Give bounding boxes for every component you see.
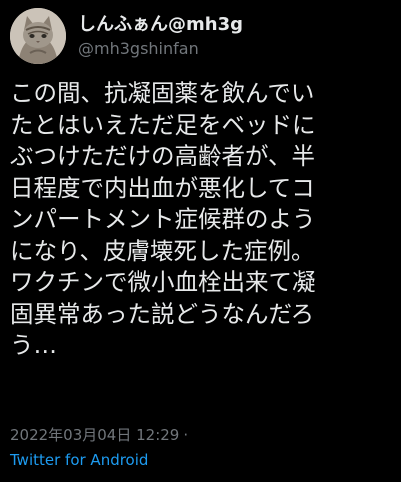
tweet-source-link[interactable]: Twitter for Android [10, 450, 148, 470]
tweet-text: この間、抗凝固薬を飲んでい たとはいえただ足をベッドに ぶつけただけの高齢者が、… [10, 78, 394, 362]
tweet-text-line: になり、皮膚壊死した症例。 [10, 236, 315, 265]
tweet-header: しんふぁん@mh3g @mh3gshinfan [10, 8, 390, 64]
cat-avatar-icon [10, 8, 66, 64]
tweet: しんふぁん@mh3g @mh3gshinfan この間、抗凝固薬を飲んでい たと… [0, 0, 401, 482]
meta-separator: · [183, 426, 189, 444]
avatar[interactable] [10, 8, 66, 64]
tweet-text-line: 固異常あった説どうなんだろ [10, 299, 315, 328]
author-handle[interactable]: @mh3gshinfan [78, 38, 243, 60]
author-display-name[interactable]: しんふぁん@mh3g [78, 14, 243, 36]
tweet-text-line: たとはいえただ足をベッドに [10, 110, 316, 139]
tweet-text-line: ぶつけただけの高齢者が、半 [10, 142, 316, 170]
tweet-text-line: ワクチンで微小血栓出来て凝 [10, 268, 316, 296]
tweet-meta: 2022年03月04日 12:29 · [10, 425, 188, 445]
tweet-timestamp[interactable]: 2022年03月04日 12:29 [10, 426, 179, 444]
tweet-text-line: ンパートメント症候群のよう [10, 205, 316, 233]
tweet-text-line: う… [10, 331, 57, 359]
tweet-text-line: 日程度で内出血が悪化してコ [10, 173, 315, 202]
author-names: しんふぁん@mh3g @mh3gshinfan [78, 14, 243, 60]
tweet-text-line: この間、抗凝固薬を飲んでい [10, 79, 315, 107]
